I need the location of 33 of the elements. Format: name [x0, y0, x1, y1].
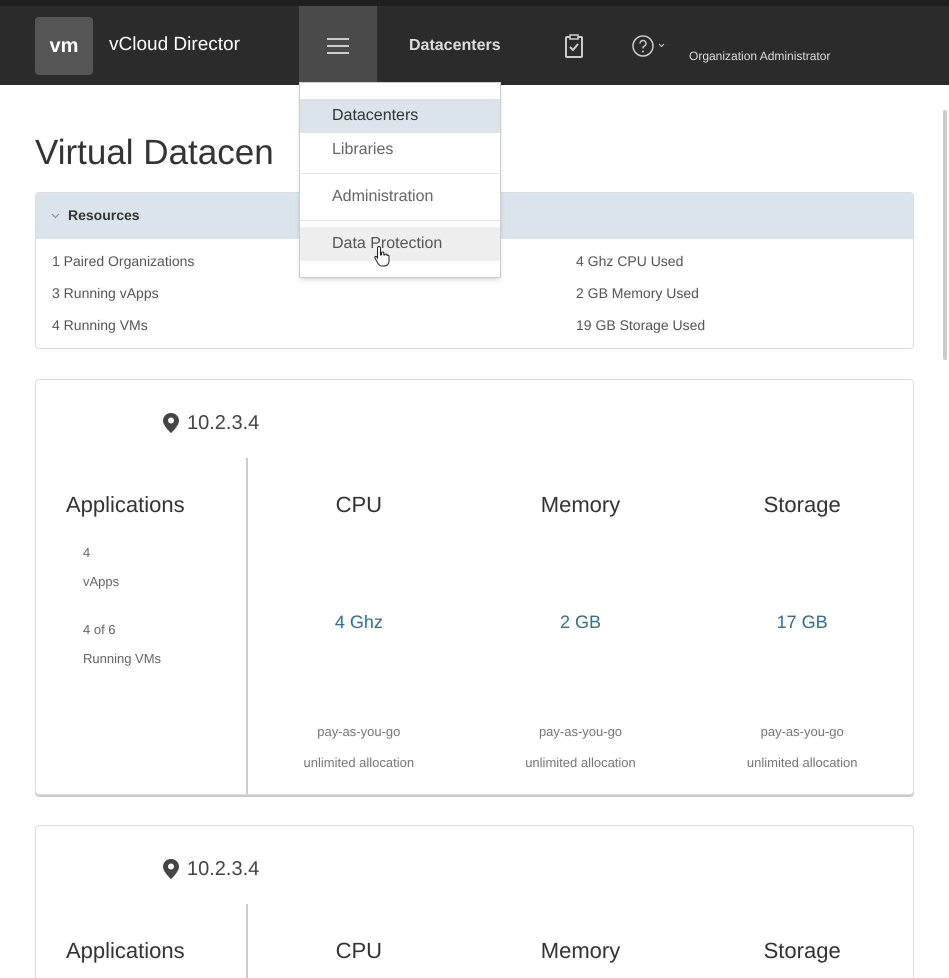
- stat-label: Running VMs: [83, 650, 162, 668]
- metric-value: 17 GB: [776, 610, 828, 634]
- app-title: vCloud Director: [109, 33, 240, 58]
- resource-stat: 3 Running vApps: [52, 284, 159, 303]
- vm-logo: vm: [35, 16, 93, 74]
- allocation-note: pay-as-you-go: [317, 722, 400, 741]
- allocation-note: unlimited allocation: [746, 754, 858, 772]
- location-label: 10.2.3.4: [187, 410, 260, 436]
- section-heading: CPU: [336, 490, 382, 518]
- section-heading: Applications: [66, 490, 186, 519]
- stat-label: vApps: [83, 573, 120, 591]
- section-heading: Storage: [764, 490, 841, 519]
- resource-stat: 19 GB Storage Used: [576, 316, 706, 335]
- section-heading: Storage: [764, 936, 841, 965]
- resource-stat: 4 Ghz CPU Used: [576, 252, 684, 270]
- allocation-note: unlimited allocation: [525, 754, 636, 772]
- metric-value: 4 Ghz: [334, 610, 383, 634]
- resource-stat: 4 Running VMs: [52, 316, 148, 335]
- allocation-note: unlimited allocation: [304, 754, 414, 772]
- resource-stat: 2 GB Memory Used: [576, 284, 699, 303]
- allocation-note: pay-as-you-go: [760, 722, 844, 741]
- page-title: Virtual Datacen: [35, 132, 274, 174]
- stat-value: 4 of 6: [83, 620, 117, 638]
- resource-stat: 1 Paired Organizations: [52, 252, 194, 271]
- resources-heading: Resources: [68, 206, 140, 225]
- section-heading: CPU: [336, 936, 382, 964]
- section-heading: Memory: [540, 936, 620, 965]
- stat-value: 4: [83, 544, 92, 562]
- metric-value: 2 GB: [560, 610, 601, 634]
- location-label: 10.2.3.4: [187, 856, 260, 882]
- allocation-note: pay-as-you-go: [538, 722, 622, 741]
- section-heading: Memory: [540, 490, 620, 519]
- section-heading: Applications: [66, 936, 186, 965]
